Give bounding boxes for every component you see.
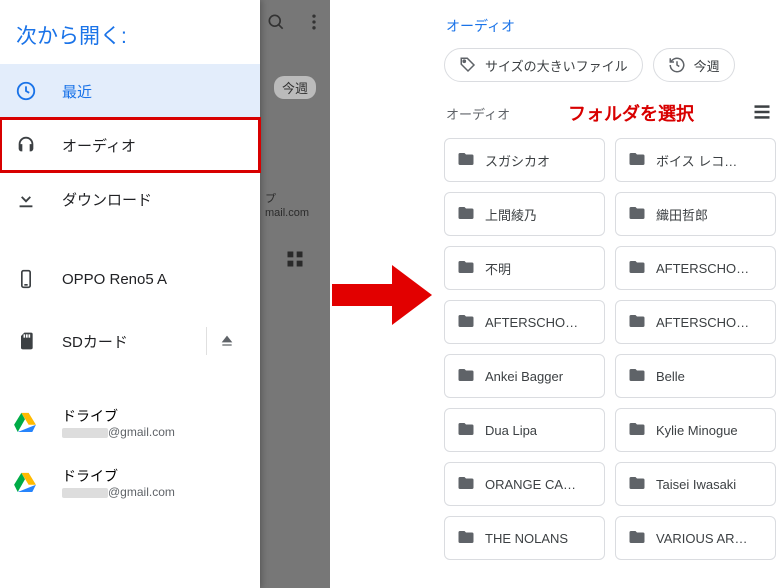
- folder-name: AFTERSCHO…: [656, 315, 749, 330]
- folder-icon: [457, 312, 475, 333]
- backdrop-chip: 今週: [274, 76, 316, 99]
- download-icon: [14, 187, 38, 211]
- folder-icon: [457, 258, 475, 279]
- folder-card[interactable]: VARIOUS AR…: [615, 516, 776, 560]
- more-icon: [304, 12, 324, 38]
- folder-icon: [628, 150, 646, 171]
- folder-card[interactable]: スガシカオ: [444, 138, 605, 182]
- folder-name: 上間綾乃: [485, 205, 537, 224]
- folder-card[interactable]: AFTERSCHO…: [615, 246, 776, 290]
- folder-card[interactable]: Taisei Iwasaki: [615, 462, 776, 506]
- phone-icon: [14, 267, 38, 291]
- folder-icon: [628, 204, 646, 225]
- folder-card[interactable]: AFTERSCHO…: [444, 300, 605, 344]
- drawer-item-downloads[interactable]: ダウンロード: [0, 172, 260, 226]
- folder-icon: [628, 528, 646, 549]
- folder-card[interactable]: Kylie Minogue: [615, 408, 776, 452]
- storage-device-phone[interactable]: OPPO Reno5 A: [0, 248, 260, 310]
- backdrop-account-snippet: プ mail.com: [265, 193, 325, 221]
- folder-name: Taisei Iwasaki: [656, 477, 736, 492]
- chip-large-files[interactable]: サイズの大きいファイル: [444, 48, 643, 82]
- drawer-item-label: オーディオ: [62, 135, 246, 156]
- folder-card[interactable]: Belle: [615, 354, 776, 398]
- folder-name: AFTERSCHO…: [485, 315, 578, 330]
- account-label: ドライブ: [62, 407, 175, 425]
- drawer-item-recent[interactable]: 最近: [0, 64, 260, 118]
- folder-card[interactable]: Dua Lipa: [444, 408, 605, 452]
- folder-icon: [628, 474, 646, 495]
- account-label: ドライブ: [62, 467, 175, 485]
- breadcrumb[interactable]: オーディオ: [440, 16, 780, 48]
- folder-name: Ankei Bagger: [485, 369, 563, 384]
- folder-card[interactable]: ボイス レコ…: [615, 138, 776, 182]
- folder-name: ボイス レコ…: [656, 151, 737, 170]
- folder-name: VARIOUS AR…: [656, 531, 748, 546]
- folder-card[interactable]: 織田哲郎: [615, 192, 776, 236]
- folder-icon: [628, 366, 646, 387]
- folder-card[interactable]: 不明: [444, 246, 605, 290]
- drawer-title: 次から開く:: [0, 16, 260, 64]
- folder-icon: [457, 204, 475, 225]
- list-view-toggle[interactable]: [752, 102, 774, 124]
- folder-name: スガシカオ: [485, 151, 550, 170]
- folder-icon: [457, 366, 475, 387]
- folder-icon: [457, 528, 475, 549]
- folder-card[interactable]: AFTERSCHO…: [615, 300, 776, 344]
- storage-label: SDカード: [62, 331, 182, 352]
- sd-icon: [14, 329, 38, 353]
- chip-this-week[interactable]: 今週: [653, 48, 735, 82]
- grid-view-icon: [281, 245, 309, 273]
- drawer-item-audio[interactable]: オーディオ: [0, 118, 260, 172]
- folder-card[interactable]: 上間綾乃: [444, 192, 605, 236]
- clock-icon: [14, 79, 38, 103]
- folder-card[interactable]: THE NOLANS: [444, 516, 605, 560]
- history-icon: [668, 56, 686, 74]
- backdrop-dimmed: 今週 プ mail.com: [260, 0, 330, 588]
- chip-label: 今週: [694, 56, 720, 75]
- folder-name: Kylie Minogue: [656, 423, 738, 438]
- storage-device-sd[interactable]: SDカード: [0, 310, 260, 372]
- google-drive-icon: [14, 412, 38, 436]
- folder-card[interactable]: Ankei Bagger: [444, 354, 605, 398]
- folder-name: Dua Lipa: [485, 423, 537, 438]
- drive-account-1[interactable]: ドライブ @gmail.com: [0, 394, 260, 454]
- folder-icon: [457, 474, 475, 495]
- folder-name: ORANGE CA…: [485, 477, 576, 492]
- folder-icon: [457, 150, 475, 171]
- drawer-item-label: 最近: [62, 81, 246, 102]
- folder-icon: [457, 420, 475, 441]
- folder-name: 不明: [485, 259, 511, 278]
- folder-name: 織田哲郎: [656, 205, 708, 224]
- search-icon: [266, 12, 286, 38]
- folder-icon: [628, 312, 646, 333]
- chip-label: サイズの大きいファイル: [485, 56, 628, 75]
- account-email: @gmail.com: [62, 485, 175, 501]
- folder-name: AFTERSCHO…: [656, 261, 749, 276]
- section-label: オーディオ: [446, 104, 510, 123]
- folder-name: Belle: [656, 369, 685, 384]
- tag-icon: [459, 56, 477, 74]
- account-email: @gmail.com: [62, 425, 175, 441]
- headphones-icon: [14, 133, 38, 157]
- open-from-drawer: 次から開く: 最近 オーディオ ダウンロード OPPO Reno5 A SDカ: [0, 0, 260, 588]
- callout-annotation: フォルダを選択: [568, 100, 694, 126]
- folder-card[interactable]: ORANGE CA…: [444, 462, 605, 506]
- storage-label: OPPO Reno5 A: [62, 271, 246, 288]
- folder-icon: [628, 258, 646, 279]
- folder-name: THE NOLANS: [485, 531, 568, 546]
- folder-icon: [628, 420, 646, 441]
- drawer-item-label: ダウンロード: [62, 189, 246, 210]
- drive-account-2[interactable]: ドライブ @gmail.com: [0, 454, 260, 514]
- arrow-annotation: [332, 260, 432, 330]
- google-drive-icon: [14, 472, 38, 496]
- eject-button[interactable]: [206, 327, 246, 355]
